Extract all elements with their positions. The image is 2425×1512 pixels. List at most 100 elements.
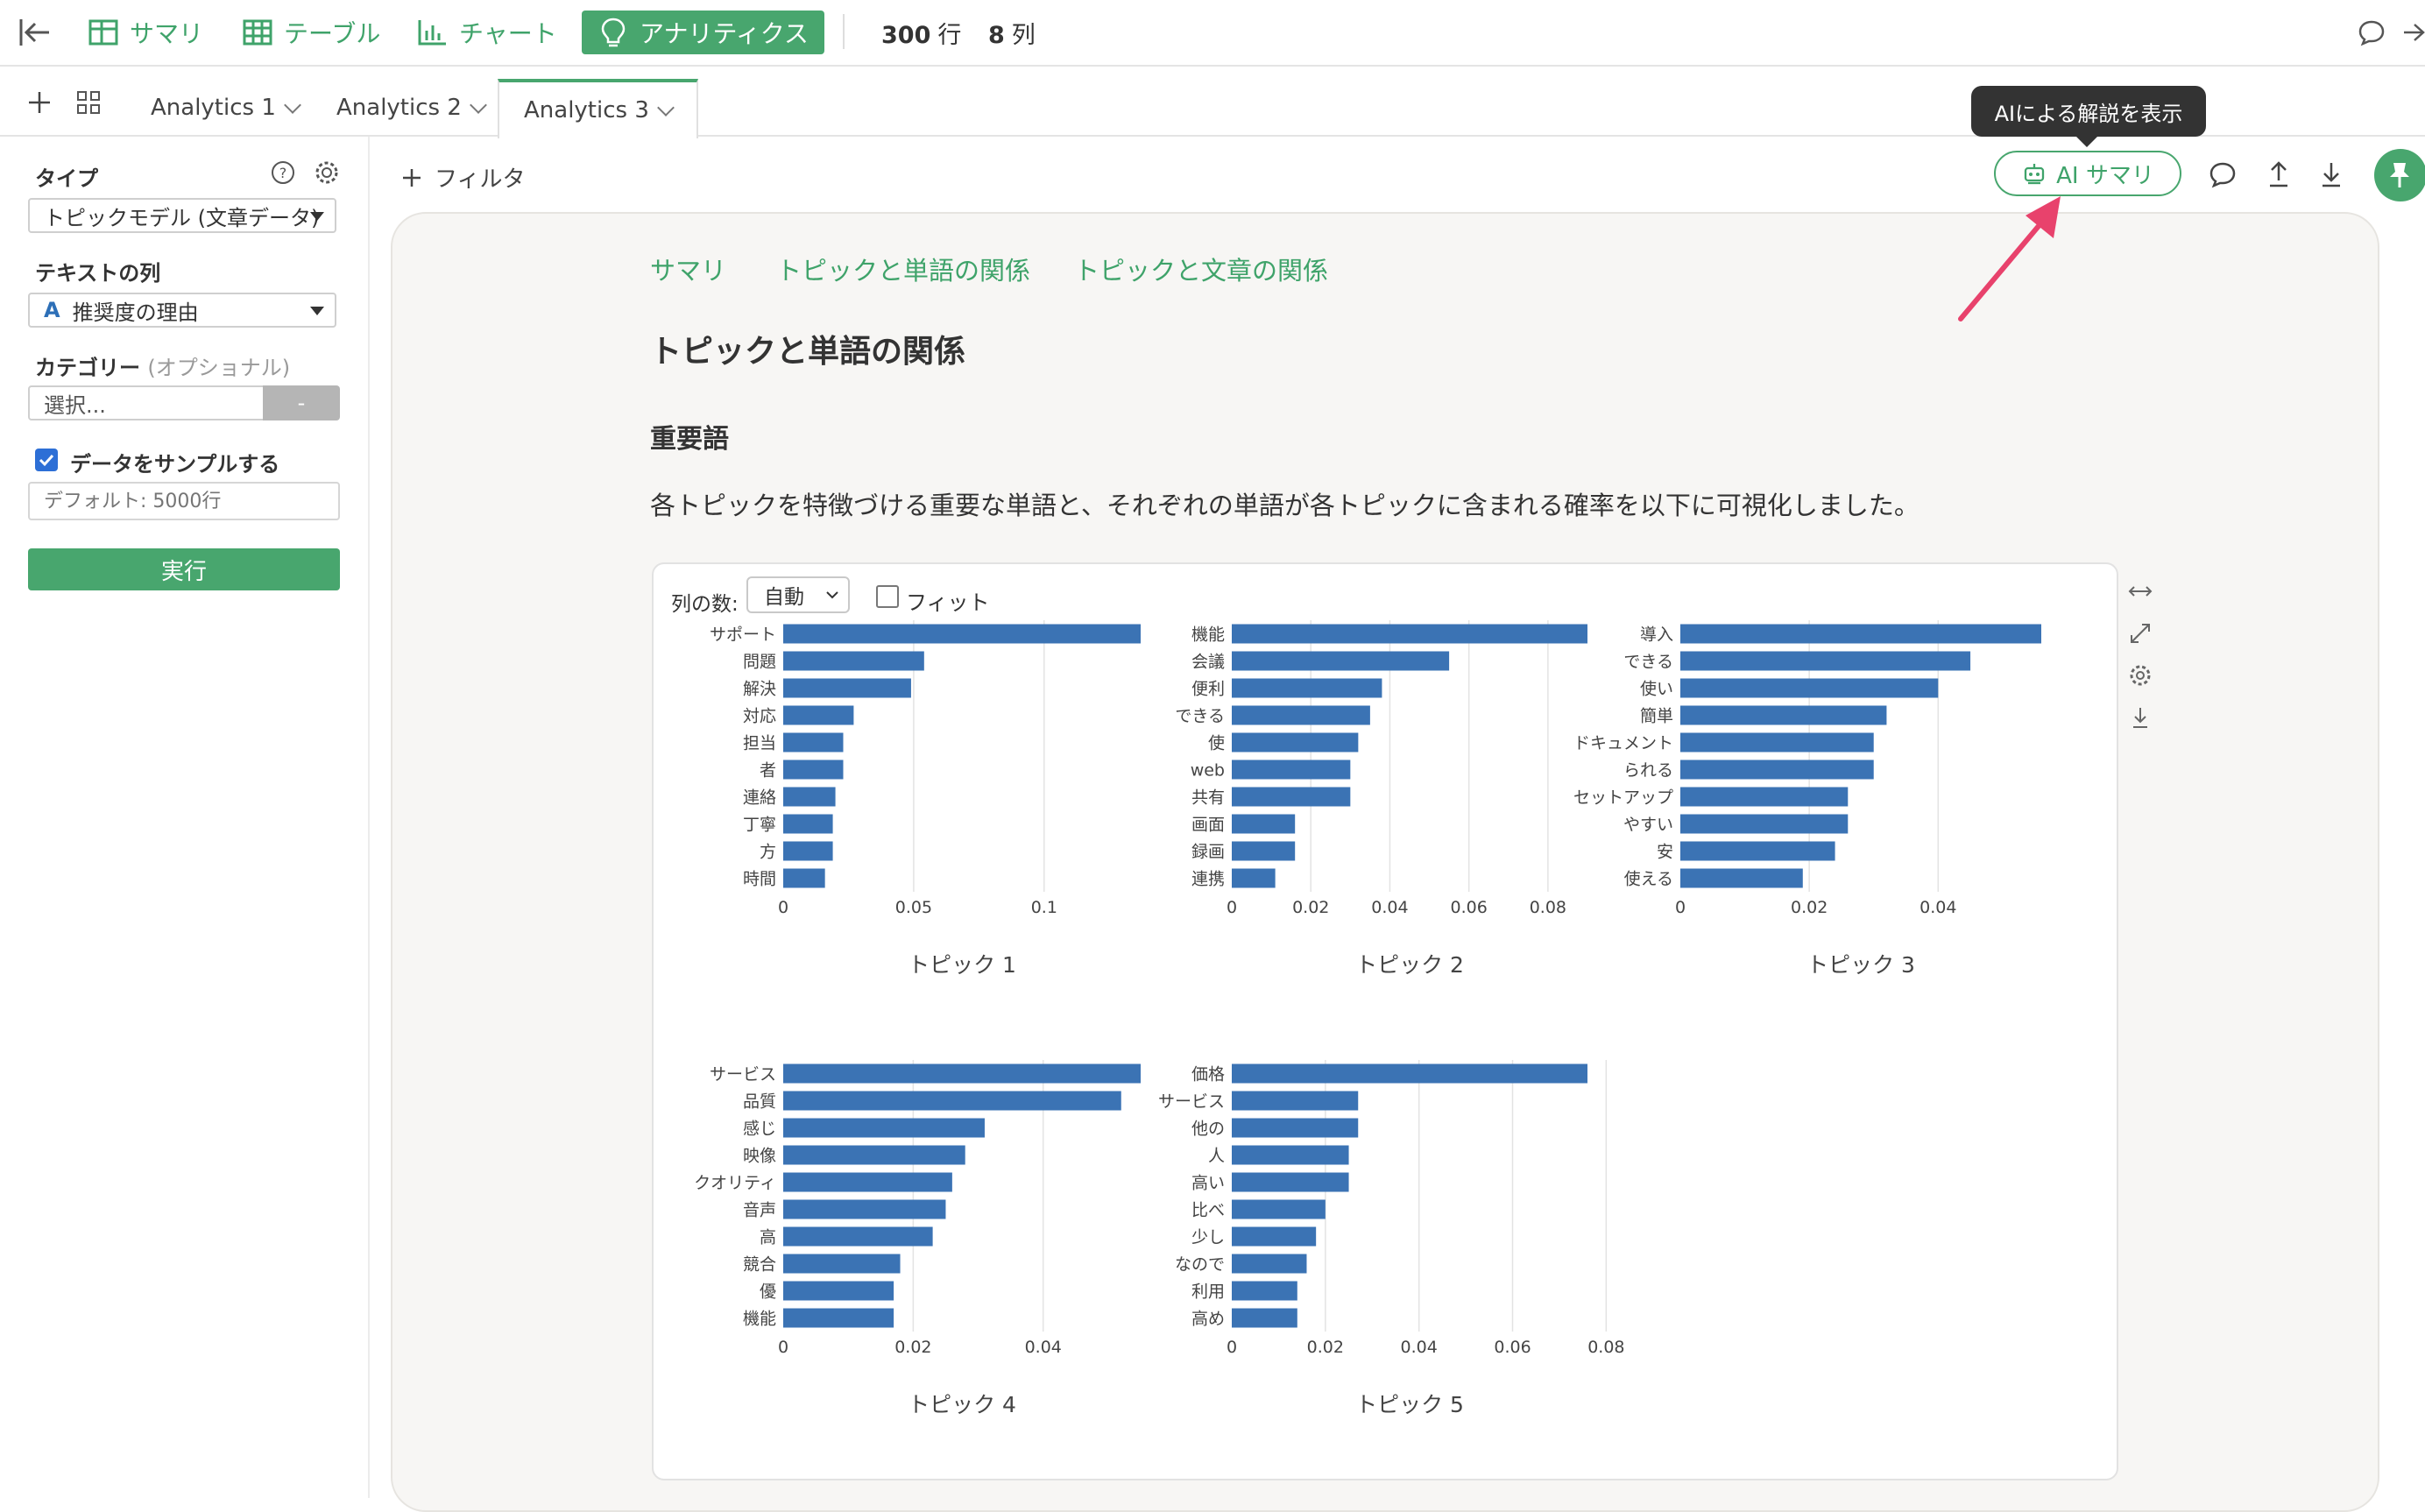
category-label: 他の — [1191, 1120, 1225, 1139]
chart-bar — [1680, 868, 1803, 888]
tick-label: 0.04 — [1401, 1338, 1438, 1357]
grid-icon[interactable] — [75, 89, 102, 119]
category-label: 解決 — [743, 680, 776, 699]
type-select[interactable]: トピックモデル (文章データ) — [28, 198, 336, 233]
column-count: 8列 — [988, 22, 1036, 49]
add-icon[interactable] — [26, 89, 53, 119]
chart-bar — [783, 732, 844, 752]
nav-chart[interactable]: チャート — [417, 11, 557, 54]
settings-sidebar: タイプ ? トピックモデル (文章データ) テキストの列 A 推奨度の理由 カテ… — [0, 137, 370, 1498]
tick-label: 0.05 — [895, 898, 932, 917]
pin-button[interactable] — [2374, 149, 2425, 201]
category-select[interactable]: 選択... — [28, 385, 265, 420]
sample-checkbox[interactable] — [35, 449, 58, 471]
nav-table-label: テーブル — [284, 19, 381, 48]
chart-bar — [1232, 651, 1450, 671]
chart-bar — [1232, 841, 1296, 861]
chart-bar — [1232, 678, 1382, 698]
category-label: 使える — [1624, 870, 1673, 889]
chevron-down-icon — [656, 99, 675, 117]
tick-label: 0.04 — [1919, 898, 1956, 917]
category-label: 品質 — [743, 1092, 776, 1112]
section-title: トピックと単語の関係 — [650, 334, 966, 370]
category-label: 簡単 — [1640, 707, 1673, 726]
chart-bar — [1680, 624, 2041, 644]
subtab-summary[interactable]: サマリ — [650, 251, 726, 287]
chart-bar — [1232, 1063, 1587, 1084]
tick-label: 0.04 — [1371, 898, 1408, 917]
comment-icon[interactable] — [2208, 159, 2238, 193]
nav-summary-label: サマリ — [130, 19, 204, 48]
chart-bar — [783, 1254, 901, 1274]
gear-icon[interactable] — [314, 159, 340, 189]
subtab-topic-document[interactable]: トピックと文章の関係 — [1074, 251, 1328, 287]
category-label: 便利 — [1191, 680, 1225, 699]
tab-analytics-2[interactable]: Analytics 2 — [336, 81, 487, 135]
chart-title: トピック 1 — [908, 952, 1016, 978]
tick-label: 0 — [778, 898, 788, 917]
tab-analytics-3[interactable]: Analytics 3 — [498, 79, 698, 138]
chart-bar — [1680, 705, 1887, 725]
tab-analytics-1[interactable]: Analytics 1 — [151, 81, 301, 135]
chart-bar — [1232, 1308, 1297, 1328]
chart-bar — [783, 1063, 1141, 1084]
category-label: なので — [1175, 1255, 1225, 1275]
upload-icon[interactable] — [2266, 159, 2292, 193]
exit-icon[interactable] — [2402, 18, 2425, 51]
tab-label: Analytics 3 — [524, 97, 649, 124]
table-icon — [243, 19, 272, 46]
chart-container: 列の数: 自動 フィット サポート 問題 解決 対応 担当者連絡 丁寧方時間 0 0.05 0.… — [652, 562, 2118, 1480]
tick-label: 0.06 — [1451, 898, 1488, 917]
chart-bar — [783, 760, 844, 780]
chart-bar — [1232, 1145, 1349, 1165]
chart-bar — [783, 1145, 965, 1165]
category-label: できる — [1623, 653, 1673, 672]
tick-label: 0.02 — [894, 1338, 931, 1357]
category-label: 人 — [1208, 1147, 1225, 1166]
category-label: 機能 — [743, 1310, 776, 1329]
nav-table[interactable]: テーブル — [242, 11, 380, 54]
table-icon — [88, 19, 118, 46]
chart-bar — [1232, 1118, 1359, 1138]
category-label: サービス — [1158, 1092, 1225, 1112]
chart-bar — [783, 624, 1141, 644]
gear-icon[interactable] — [2127, 662, 2153, 689]
chart-bar — [1232, 1172, 1349, 1192]
run-button[interactable]: 実行 — [28, 548, 340, 590]
nav-summary[interactable]: サマリ — [88, 11, 203, 54]
tick-label: 0.08 — [1587, 1338, 1624, 1357]
download-icon[interactable] — [2318, 159, 2344, 193]
collapse-left-icon[interactable] — [18, 16, 53, 53]
category-label: できる — [1175, 707, 1225, 726]
tick-label: 0.04 — [1025, 1338, 1062, 1357]
robot-icon — [2024, 164, 2045, 185]
tab-label: Analytics 2 — [336, 95, 462, 121]
comment-icon[interactable] — [2357, 18, 2386, 51]
nav-analytics[interactable]: アナリティクス — [582, 11, 824, 54]
fullscreen-icon[interactable] — [2127, 620, 2153, 646]
subtab-topic-word[interactable]: トピックと単語の関係 — [776, 251, 1030, 287]
chart-bar — [1232, 814, 1296, 834]
tick-label: 0 — [778, 1338, 788, 1357]
download-icon[interactable] — [2127, 704, 2153, 731]
chart-bar — [1232, 760, 1351, 780]
chart-title: トピック 2 — [1355, 952, 1464, 978]
filter-button[interactable]: フィルタ — [401, 161, 525, 194]
section-subtitle: 重要語 — [650, 424, 729, 455]
chart-title: トピック 4 — [908, 1392, 1016, 1417]
sample-size-input[interactable] — [28, 482, 340, 520]
expand-width-icon[interactable] — [2127, 578, 2153, 604]
category-label: 機能 — [1191, 625, 1225, 645]
text-column-select[interactable]: A 推奨度の理由 — [28, 293, 336, 328]
chart-bar — [1680, 678, 1939, 698]
nav-chart-label: チャート — [459, 19, 557, 48]
divider — [843, 14, 845, 49]
help-icon[interactable]: ? — [270, 159, 296, 189]
category-clear-button[interactable]: - — [263, 385, 340, 420]
chart-bar — [783, 1091, 1121, 1111]
chevron-down-icon — [469, 96, 487, 114]
chart-bar — [783, 705, 854, 725]
chart-bar — [1232, 732, 1359, 752]
category-label: 高め — [1191, 1310, 1225, 1329]
category-label: 安 — [1657, 843, 1673, 862]
